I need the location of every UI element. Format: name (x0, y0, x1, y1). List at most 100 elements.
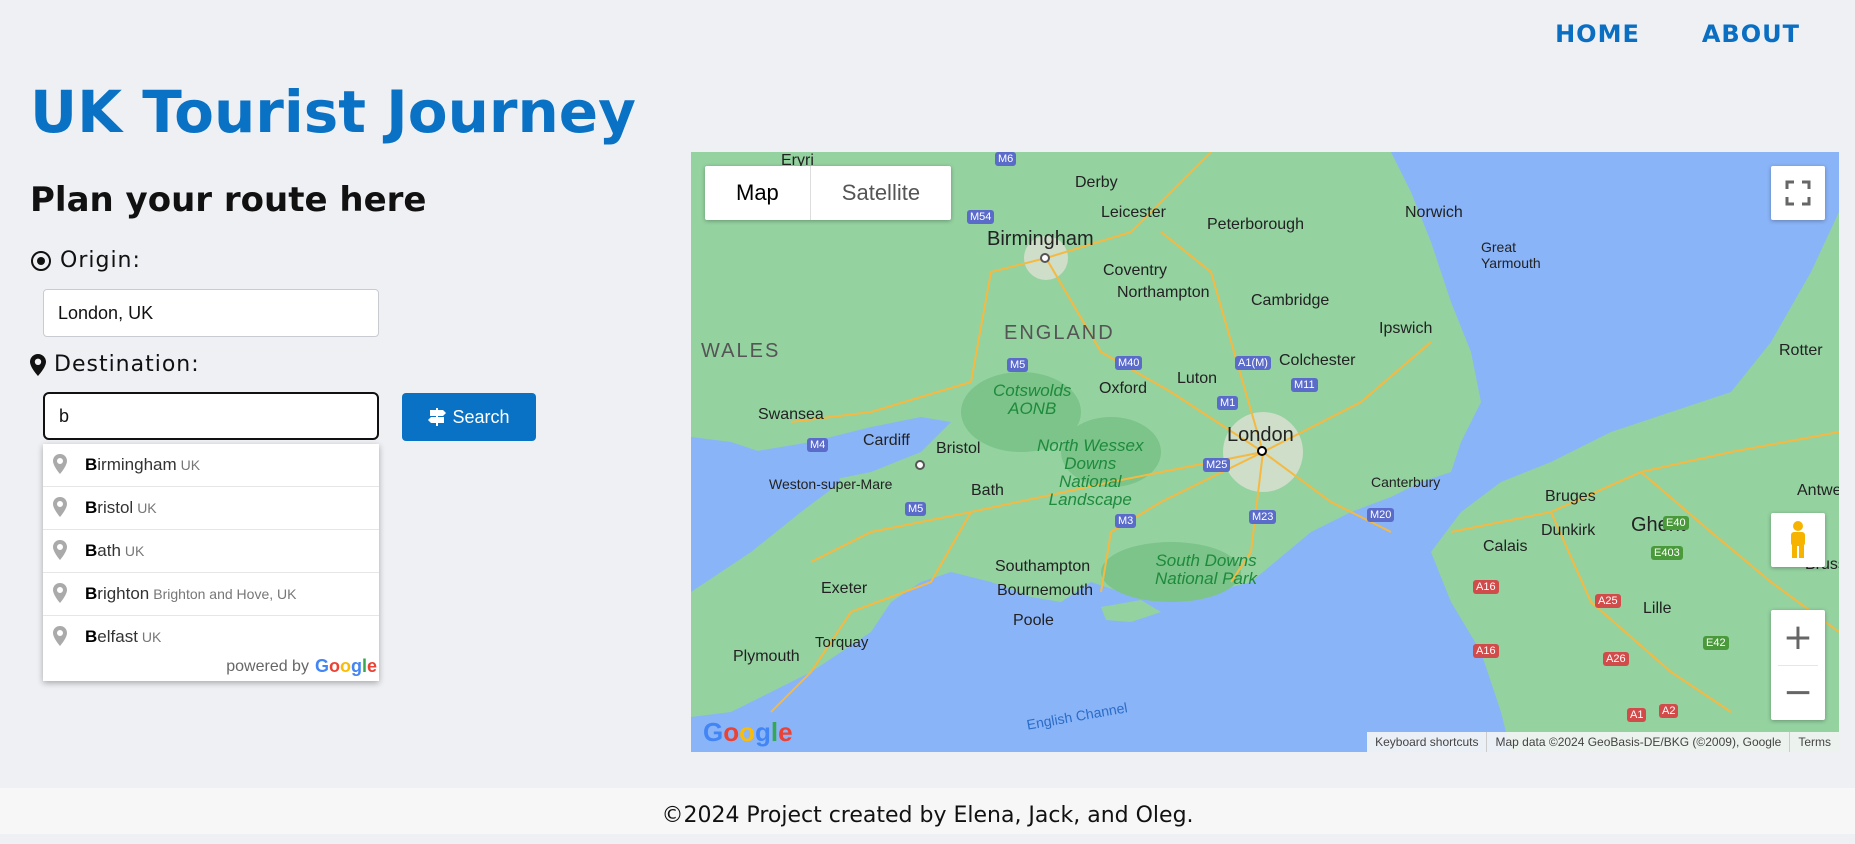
page-subtitle: Plan your route here (30, 180, 427, 220)
city-marker (915, 460, 925, 470)
road-shield: M23 (1249, 510, 1277, 524)
map-label: Coventry (1103, 262, 1168, 279)
map-label: Exeter (821, 580, 868, 597)
road-shield: M11 (1291, 378, 1318, 392)
map-label: Weston-super-Mare (769, 476, 893, 492)
map-label: Plymouth (733, 648, 800, 665)
autocomplete-secondary: UK (141, 629, 162, 645)
road-shield: M4 (807, 438, 829, 452)
autocomplete-item[interactable]: Bath UK (43, 530, 379, 573)
fullscreen-button[interactable] (1771, 166, 1825, 220)
road-shield: M6 (995, 152, 1017, 166)
zoom-control: + − (1771, 610, 1825, 720)
keyboard-shortcuts-link[interactable]: Keyboard shortcuts (1367, 732, 1486, 752)
autocomplete-dropdown: Birmingham UK Bristol UK Bath UK Brighton Br… (43, 444, 379, 681)
road-shield: A1(M) (1235, 356, 1271, 370)
map-type-control: Map Satellite (705, 166, 952, 220)
autocomplete-rest: righton (97, 584, 150, 603)
site-title: UK Tourist Journey (30, 78, 636, 146)
map-pin-icon (30, 353, 46, 376)
map-label: Leicester (1101, 204, 1166, 221)
map-attribution: Keyboard shortcuts Map data ©2024 GeoBas… (1367, 732, 1839, 752)
road-shield: M1 (1217, 396, 1239, 410)
origin-input[interactable] (43, 289, 379, 337)
map-label: Cotswolds AONB (993, 381, 1072, 418)
autocomplete-item[interactable]: Birmingham UK (43, 444, 379, 487)
location-pin-icon (53, 497, 71, 519)
map-view[interactable]: Eryri Derby Leicester Peterborough Norwi… (691, 152, 1839, 752)
autocomplete-secondary: UK (137, 500, 157, 516)
map-label: Derby (1075, 174, 1118, 191)
map-type-satellite-button[interactable]: Satellite (811, 166, 951, 220)
road-shield: M20 (1367, 508, 1395, 522)
autocomplete-secondary: Brighton and Hove, UK (153, 586, 297, 602)
map-label: ENGLAND (1004, 322, 1115, 344)
map-label: Torquay (815, 634, 869, 651)
map-label: Southampton (995, 558, 1091, 575)
autocomplete-item[interactable]: Belfast UK (43, 616, 379, 658)
page-footer: ©2024 Project created by Elena, Jack, an… (0, 788, 1855, 834)
powered-by-text: powered by (226, 657, 309, 675)
map-label: Colchester (1279, 352, 1356, 369)
map-label: Birmingham (987, 228, 1094, 250)
autocomplete-match: B (85, 627, 98, 646)
map-label: Canterbury (1371, 474, 1441, 490)
autocomplete-secondary: UK (180, 457, 201, 473)
nav-home-link[interactable]: HOME (1555, 20, 1640, 48)
road-shield: A1 (1627, 708, 1647, 722)
autocomplete-item[interactable]: Bristol UK (43, 487, 379, 530)
map-label: North Wessex Downs National Landscape (1037, 436, 1144, 509)
map-label: Bath (971, 482, 1004, 499)
road-shield: M25 (1203, 458, 1231, 472)
autocomplete-rest: irmingham (97, 455, 177, 474)
map-label: Bournemouth (997, 582, 1094, 599)
map-label: Swansea (758, 406, 824, 423)
terms-link[interactable]: Terms (1789, 732, 1839, 752)
pegman-icon (1786, 520, 1810, 560)
search-button[interactable]: Search (402, 393, 536, 441)
road-shield: A2 (1659, 704, 1679, 718)
fullscreen-icon (1785, 180, 1811, 206)
city-marker (1040, 253, 1050, 263)
powered-by-google: powered by Google (226, 656, 377, 677)
autocomplete-match: B (85, 455, 98, 474)
search-button-label: Search (452, 406, 510, 427)
road-shield: M5 (905, 502, 927, 516)
road-shield: A25 (1595, 594, 1621, 608)
street-view-pegman[interactable] (1771, 513, 1825, 567)
city-marker (1257, 446, 1267, 456)
road-shield: M3 (1115, 514, 1137, 528)
map-label: Rotter (1779, 342, 1823, 359)
map-label: Oxford (1099, 380, 1148, 397)
destination-input[interactable] (43, 392, 379, 440)
map-label: Cardiff (863, 432, 910, 449)
map-label: Ipswich (1379, 320, 1433, 337)
road-shield: E403 (1651, 546, 1683, 560)
google-logo: Google (314, 656, 377, 676)
map-label: Bruges (1545, 488, 1596, 505)
nav-about-link[interactable]: ABOUT (1702, 20, 1800, 48)
map-label: Poole (1013, 612, 1054, 629)
zoom-in-button[interactable]: + (1771, 611, 1825, 665)
road-shield: A26 (1603, 652, 1629, 666)
map-label: Antwe (1797, 482, 1839, 499)
map-label: Calais (1483, 538, 1528, 555)
origin-icon (30, 250, 52, 272)
map-label: Great Yarmouth (1481, 239, 1541, 271)
road-shield: M5 (1007, 358, 1029, 372)
autocomplete-match: B (85, 541, 98, 560)
road-shield: A16 (1473, 644, 1499, 658)
autocomplete-rest: ath (97, 541, 121, 560)
map-data-text: Map data ©2024 GeoBasis-DE/BKG (©2009), … (1486, 732, 1789, 752)
origin-label: Origin: (30, 248, 141, 273)
road-shield: M40 (1115, 356, 1143, 370)
map-label: WALES (701, 340, 781, 362)
map-label: Northampton (1117, 284, 1210, 301)
autocomplete-match: B (85, 498, 98, 517)
map-label: Lille (1643, 600, 1672, 617)
autocomplete-item[interactable]: Brighton Brighton and Hove, UK (43, 573, 379, 616)
origin-label-text: Origin: (60, 248, 141, 273)
zoom-out-button[interactable]: − (1771, 666, 1825, 720)
map-type-map-button[interactable]: Map (705, 166, 811, 220)
autocomplete-match: B (85, 584, 98, 603)
